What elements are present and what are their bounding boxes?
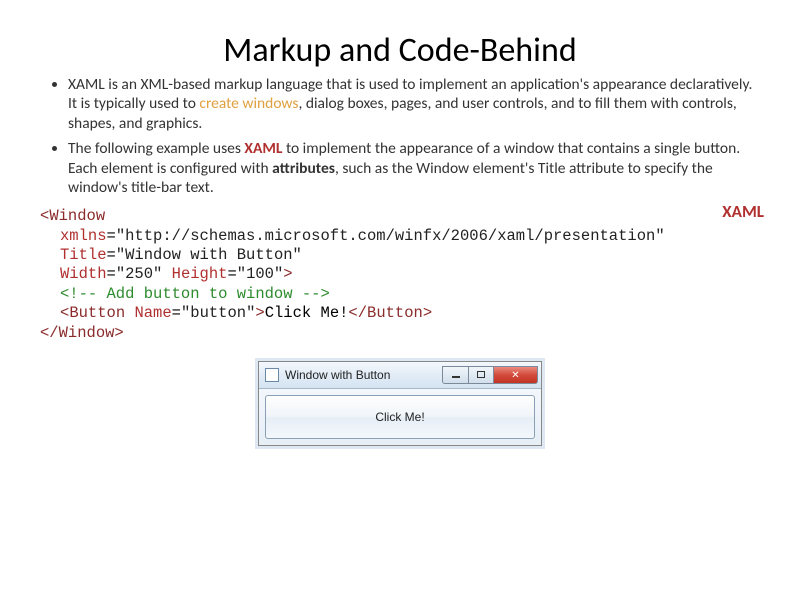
create-windows-link[interactable]: create windows — [199, 94, 298, 113]
minimize-button[interactable] — [442, 366, 468, 384]
code-block: XAML <Window xmlns="http://schemas.micro… — [40, 207, 760, 343]
code-line-7: </Window> — [40, 324, 760, 343]
xaml-keyword: XAML — [244, 139, 282, 158]
window-buttons: ✕ — [442, 366, 538, 384]
window-titlebar[interactable]: Window with Button ✕ — [259, 362, 541, 389]
bullet-2: The following example uses XAML to imple… — [68, 139, 760, 197]
minimize-icon — [452, 376, 460, 378]
bullet-1: XAML is an XML-based markup language tha… — [68, 75, 760, 133]
example-window: Window with Button ✕ Click Me! — [258, 361, 542, 446]
close-icon: ✕ — [511, 368, 519, 381]
code-line-2: xmlns="http://schemas.microsoft.com/winf… — [40, 227, 760, 246]
close-button[interactable]: ✕ — [494, 366, 538, 384]
maximize-icon — [477, 371, 485, 378]
bullet-list: XAML is an XML-based markup language tha… — [40, 75, 760, 197]
click-me-button[interactable]: Click Me! — [265, 395, 535, 439]
code-line-4: Width="250" Height="100"> — [40, 265, 760, 284]
attributes-keyword: attributes — [272, 159, 335, 178]
window-icon — [265, 368, 279, 382]
code-line-3: Title="Window with Button" — [40, 246, 760, 265]
code-line-6: <Button Name="button">Click Me!</Button> — [40, 304, 760, 323]
window-body: Click Me! — [259, 389, 541, 445]
xaml-language-label: XAML — [722, 201, 764, 222]
code-line-5: <!-- Add button to window --> — [40, 285, 760, 304]
maximize-button[interactable] — [468, 366, 494, 384]
slide-title: Markup and Code-Behind — [40, 30, 760, 71]
code-line-1: <Window — [40, 207, 760, 226]
window-title-text: Window with Button — [285, 368, 442, 382]
bullet-2-text-pre: The following example uses — [68, 139, 244, 158]
